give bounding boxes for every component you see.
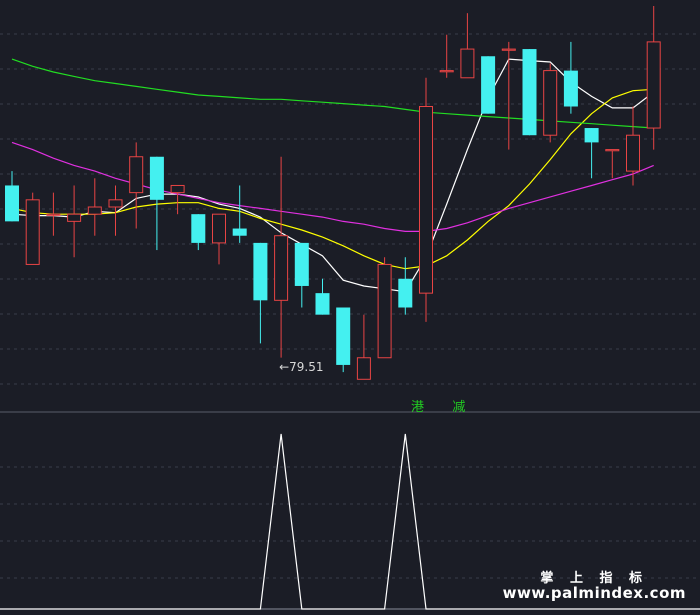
candle [543,63,558,143]
candle [460,13,475,79]
chart-canvas [0,6,700,610]
candle [398,257,413,315]
candle-body-down [5,185,19,222]
candle [274,156,289,358]
candle-body-down [336,307,351,365]
candle-body-up [212,213,226,244]
candle [129,142,144,229]
candle-body-up [543,70,558,136]
candle-body-down [315,293,330,315]
candle-body-up [25,199,40,265]
candle-body-up [439,70,454,73]
candle-body-up [46,213,61,216]
candle-body-up [605,149,620,152]
candle-body-down [522,49,537,136]
candle-body-down [398,278,413,308]
candle-body-down [149,156,164,200]
indicator-grid [0,466,700,579]
candle [25,192,40,265]
candlesticks [5,6,661,380]
candle-body-down [584,128,599,143]
annotation-jian: 减 [452,400,466,415]
candle [584,128,599,179]
candle-body-up [419,106,433,294]
candle-body-up [356,357,371,380]
candle [67,185,82,258]
candle [294,242,309,308]
candle [563,41,578,114]
candle-body-up [501,48,516,51]
candle-body-up [108,199,123,208]
candle [191,214,206,251]
candle [481,56,496,114]
candle [232,185,247,243]
candle-body-up [646,41,661,129]
candle-body-up [377,263,392,359]
candle [336,307,351,373]
candle-body-down [481,56,496,114]
candle [315,278,330,315]
moving-average-lines [11,58,655,293]
candle [419,77,433,322]
candle [46,192,61,236]
ma-line-3 [11,141,654,232]
candle [501,41,516,150]
low-price-label: ←79.51 [279,359,324,374]
candle [646,6,661,150]
annotation-gang: 港 [411,400,425,415]
candle [253,242,268,344]
candle [439,34,454,78]
candle-body-up [460,48,475,79]
candle-body-down [191,214,206,243]
candle-body-down [232,228,247,236]
candle [212,213,226,265]
candle [377,257,392,359]
candle-body-down [253,242,268,301]
candle-body-up [129,156,144,194]
candle [5,171,19,222]
candle [108,185,123,236]
ma-line-2 [11,88,654,270]
candle-body-up [87,206,102,215]
candle-body-up [626,134,640,172]
candle-body-up [67,213,82,222]
candle-body-down [294,242,309,286]
candle [87,178,102,236]
candle-body-down [563,70,578,107]
candle [356,314,371,380]
candle [522,49,537,136]
candle [170,184,185,215]
stock-chart: ←79.51 港 减 掌 上 指 标 www.palmindex.com [0,0,700,615]
candle-body-up [274,235,289,301]
watermark-url: www.palmindex.com [502,584,686,602]
candle-body-up [170,184,185,194]
